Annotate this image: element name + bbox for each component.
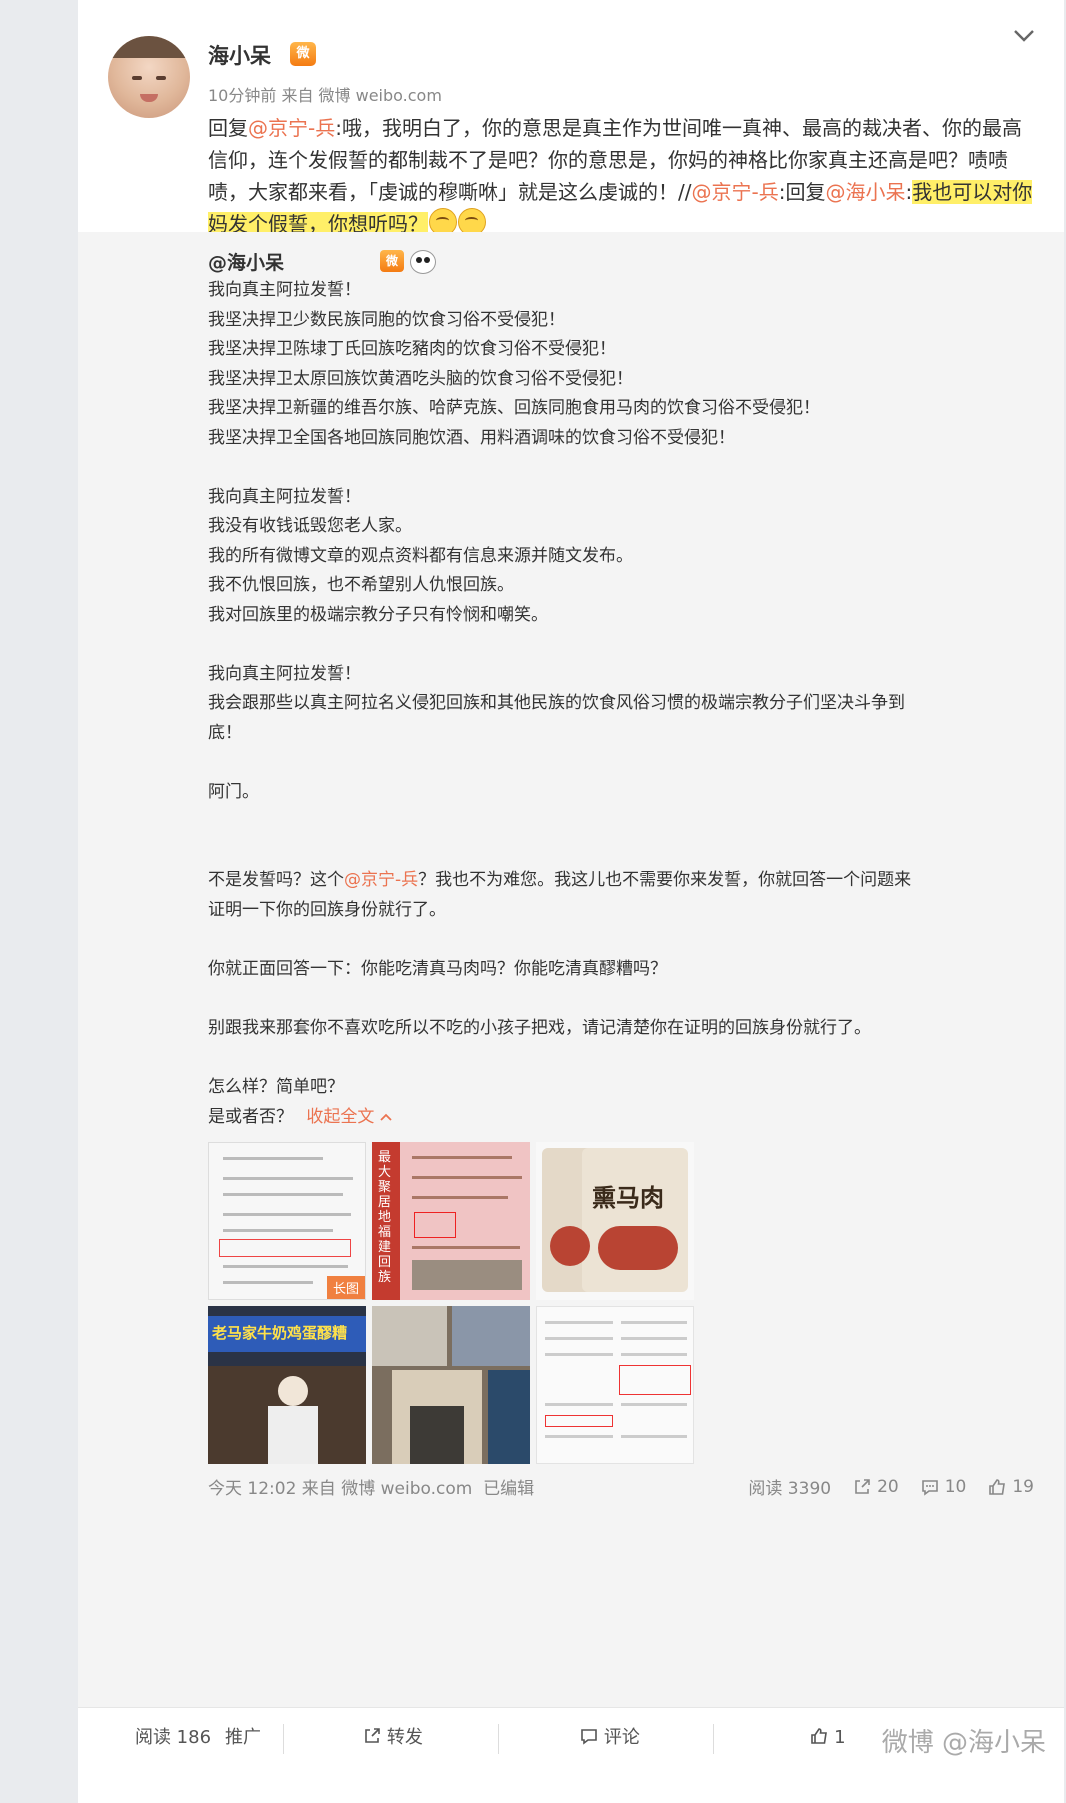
post-line: 我坚决捍卫新疆的维吾尔族、哈萨克族、回族同胞食用马肉的饮食习俗不受侵犯！ <box>208 398 820 418</box>
post-line: 我的所有微博文章的观点资料都有信息来源并随文发布。 <box>208 545 633 566</box>
post-line: 我不仇恨回族，也不希望别人仇恨回族。 <box>208 575 514 595</box>
repost-button[interactable]: 转发 <box>353 1708 433 1768</box>
post-line: 我向真主阿拉发誓！ <box>208 663 361 684</box>
fold-row: 是或者否？ 收起全文 <box>208 1102 392 1127</box>
post-line: 不是发誓吗？这个@京宁-兵？我也不为难您。我这儿也不需要你来发誓，你就回答一个问… <box>208 866 1048 896</box>
original-post-stats: 阅读 3390 20 10 19 <box>748 1474 1034 1500</box>
post-line: 怎么样？简单吧？ <box>208 1076 344 1097</box>
divider <box>498 1724 499 1754</box>
reply-prefix: 回复 <box>208 116 248 140</box>
post-line <box>208 837 1048 867</box>
image-thumbnail[interactable]: 熏马肉 <box>536 1142 694 1300</box>
post-line: 证明一下你的回族身份就行了。 <box>208 899 446 920</box>
thumbnail-caption: 老马家牛奶鸡蛋醪糟 <box>212 1324 348 1342</box>
post-line <box>208 630 1048 660</box>
image-thumbnail[interactable]: 最大聚居地 福建回族 <box>372 1142 530 1300</box>
post-line: 我会跟那些以真主阿拉名义侵犯回族和其他民族的饮食风俗习惯的极端宗教分子们坚决斗争… <box>208 693 905 713</box>
long-image-badge: 长图 <box>326 1276 365 1299</box>
mention-link[interactable]: @京宁-兵 <box>344 870 418 890</box>
thumbs-up-icon <box>989 1478 1006 1495</box>
post-line: 阿门。 <box>208 781 259 802</box>
promote-button[interactable]: 推广 <box>203 1708 283 1768</box>
image-grid: 长图 最大聚居地 福建回族 熏马肉 老马家牛奶鸡蛋醪糟 <box>208 1142 708 1464</box>
comment-count: 10 <box>944 1476 967 1497</box>
divider <box>283 1724 284 1754</box>
repost-label: 转发 <box>386 1727 423 1748</box>
post-line: 底！ <box>208 722 242 743</box>
thumbs-up-icon <box>811 1728 828 1744</box>
post-line: 我向真主阿拉发誓！ <box>208 486 361 507</box>
share-icon <box>855 1478 870 1494</box>
share-icon <box>365 1728 380 1743</box>
post-line: 别跟我来那套你不喜欢吃所以不吃的小孩子把戏，请记清楚你在证明的回族身份就行了。 <box>208 1017 871 1038</box>
post-line: 我对回族里的极端宗教分子只有怜悯和嘲笑。 <box>208 604 548 625</box>
closing-question: 是或者否？ <box>208 1107 293 1127</box>
post-meta: 10分钟前 来自 微博 weibo.com <box>208 86 442 105</box>
panda-icon <box>410 250 436 274</box>
reply-prefix: :回复 <box>778 180 826 204</box>
thumbnail-caption: 最大聚居地 福建回族 <box>378 1150 392 1285</box>
thumbnail-caption: 熏马肉 <box>592 1184 664 1212</box>
post-line: 我坚决捍卫少数民族同胞的饮食习俗不受侵犯！ <box>208 309 565 330</box>
question-body: ？我也不为难您。我这儿也不需要你来发誓，你就回答一个问题来 <box>418 870 912 890</box>
original-post-meta: 今天 12:02 来自 微博 weibo.com 已编辑 <box>208 1479 535 1499</box>
post-line: 我坚决捍卫太原回族饮黄酒吃头脑的饮食习俗不受侵犯！ <box>208 368 633 389</box>
post-line: 我向真主阿拉发誓！ <box>208 280 361 300</box>
divider <box>713 1724 714 1754</box>
weibo-post-card: 海小呆 微 10分钟前 来自 微博 weibo.com 回复@京宁-兵:哦，我明… <box>78 0 1064 1803</box>
mention-link[interactable]: @京宁-兵 <box>691 180 778 204</box>
post-line <box>208 748 1048 778</box>
image-thumbnail[interactable] <box>372 1306 530 1464</box>
image-thumbnail[interactable]: 老马家牛奶鸡蛋醪糟 <box>208 1306 366 1464</box>
post-line <box>208 807 1048 837</box>
post-line: 你就正面回答一下：你能吃清真马肉吗？你能吃清真醪糟吗？ <box>208 958 667 979</box>
collapse-label: 收起全文 <box>306 1107 375 1127</box>
post-line <box>208 453 1048 483</box>
mention-link[interactable]: @京宁-兵 <box>248 116 335 140</box>
chevron-up-icon <box>380 1113 392 1121</box>
like-button[interactable]: 1 <box>798 1708 858 1768</box>
comment-stat[interactable]: 10 <box>921 1476 967 1497</box>
question-prefix: 不是发誓吗？这个 <box>208 870 344 890</box>
repost-stat[interactable]: 20 <box>853 1477 899 1497</box>
author-name[interactable]: 海小呆 <box>208 40 271 70</box>
vip-icon: 微 <box>290 42 316 66</box>
read-count: 阅读 3390 <box>748 1479 832 1499</box>
post-line: 我坚决捍卫全国各地回族同胞饮酒、用料酒调味的饮食习俗不受侵犯！ <box>208 427 735 448</box>
comment-icon <box>921 1479 938 1496</box>
image-thumbnail[interactable] <box>536 1306 694 1464</box>
comment-label: 评论 <box>603 1727 640 1748</box>
post-line <box>208 925 1048 955</box>
chevron-down-icon[interactable] <box>1012 28 1036 44</box>
image-thumbnail[interactable]: 长图 <box>208 1142 366 1300</box>
collapse-link[interactable]: 收起全文 <box>306 1107 392 1127</box>
mention-link[interactable]: @海小呆 <box>825 180 905 204</box>
original-author-link[interactable]: @海小呆 <box>208 248 284 275</box>
reply-text: 回复@京宁-兵:哦，我明白了，你的意思是真主作为世间唯一真神、最高的裁决者、你的… <box>208 112 1038 240</box>
post-line: 我坚决捍卫陈埭丁氏回族吃豬肉的饮食习俗不受侵犯！ <box>208 339 616 359</box>
post-line <box>208 984 1048 1014</box>
like-stat[interactable]: 19 <box>988 1477 1034 1497</box>
post-line <box>208 1043 1048 1073</box>
like-count: 19 <box>1012 1476 1034 1497</box>
author-avatar[interactable] <box>108 36 190 118</box>
vip-icon: 微 <box>380 250 404 272</box>
comment-button[interactable]: 评论 <box>570 1708 650 1768</box>
like-count: 1 <box>834 1727 846 1748</box>
original-post-body: 我向真主阿拉发誓！ 我坚决捍卫少数民族同胞的饮食习俗不受侵犯！ 我坚决捍卫陈埭丁氏回… <box>208 276 1048 1102</box>
watermark: 微博 @海小呆 <box>881 1728 1046 1758</box>
comment-icon <box>581 1729 597 1745</box>
post-line: 我没有收钱诋毁您老人家。 <box>208 516 412 536</box>
repost-count: 20 <box>877 1476 899 1497</box>
